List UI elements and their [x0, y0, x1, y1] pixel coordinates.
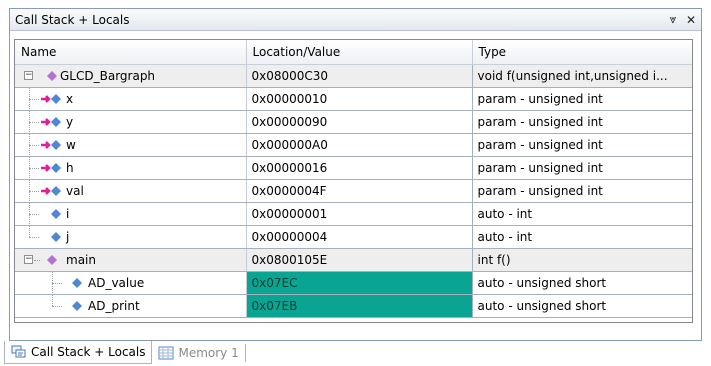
- location-cell[interactable]: 0x00000016: [246, 156, 473, 180]
- type-cell: param - unsigned int: [472, 179, 692, 203]
- collapse-toggle[interactable]: −: [24, 254, 33, 264]
- name-cell: AD_print: [15, 294, 247, 318]
- table-row[interactable]: − main 0x0800105E int f(): [15, 248, 692, 272]
- row-name: GLCD_Bargraph: [60, 68, 156, 83]
- tree-line: [29, 167, 39, 169]
- type-cell: param - unsigned int: [472, 133, 692, 157]
- collapse-toggle[interactable]: −: [24, 70, 33, 80]
- type-cell: auto - unsigned short: [472, 271, 692, 295]
- location-cell[interactable]: 0x08000C30: [246, 64, 473, 88]
- row-name: AD_print: [88, 298, 140, 313]
- table-row[interactable]: h 0x00000016 param - unsigned int: [15, 156, 692, 180]
- param-icon: [40, 185, 62, 197]
- location-cell[interactable]: 0x07EB: [246, 294, 473, 318]
- tree-line: [29, 236, 39, 238]
- type-cell: param - unsigned int: [472, 110, 692, 134]
- table-row[interactable]: y 0x00000090 param - unsigned int: [15, 110, 692, 134]
- name-cell: − main: [15, 248, 247, 272]
- row-name: main: [66, 252, 96, 267]
- tree-line: [29, 144, 39, 146]
- window-title: Call Stack + Locals: [15, 12, 130, 27]
- name-cell: j: [15, 225, 247, 249]
- memory-icon: [158, 346, 174, 359]
- row-name: w: [66, 137, 76, 152]
- function-icon: [38, 254, 60, 266]
- location-cell[interactable]: 0x00000001: [246, 202, 473, 226]
- table-row[interactable]: AD_print 0x07EB auto - unsigned short: [15, 294, 692, 318]
- table-row[interactable]: j 0x00000004 auto - int: [15, 225, 692, 249]
- type-cell: param - unsigned int: [472, 156, 692, 180]
- locals-table: Name Location/Value Type − GLCD_Bargraph: [15, 40, 692, 318]
- location-cell[interactable]: 0x00000004: [246, 225, 473, 249]
- row-name: val: [66, 183, 84, 198]
- pin-icon[interactable]: ⩔: [665, 12, 681, 28]
- type-cell: auto - int: [472, 225, 692, 249]
- name-cell: x: [15, 87, 247, 111]
- location-cell[interactable]: 0x00000090: [246, 110, 473, 134]
- location-cell[interactable]: 0x0000004F: [246, 179, 473, 203]
- row-name: y: [66, 114, 74, 129]
- variable-icon: [61, 300, 83, 312]
- type-cell: void f(unsigned int,unsigned i...: [472, 64, 692, 88]
- name-cell: y: [15, 110, 247, 134]
- type-cell: int f(): [472, 248, 692, 272]
- row-name: AD_value: [88, 275, 145, 290]
- column-header-type[interactable]: Type: [472, 40, 692, 65]
- locals-grid: Name Location/Value Type − GLCD_Bargraph: [14, 39, 693, 323]
- row-name: i: [66, 206, 70, 221]
- param-icon: [40, 116, 62, 128]
- call-stack-locals-window: Call Stack + Locals ⩔ ✕ Name Location/Va…: [9, 8, 702, 341]
- tab-memory-1[interactable]: Memory 1: [152, 341, 244, 364]
- close-icon[interactable]: ✕: [683, 12, 699, 28]
- type-cell: param - unsigned int: [472, 87, 692, 111]
- name-cell: i: [15, 202, 247, 226]
- tree-line: [29, 121, 39, 123]
- tab-separator: [244, 344, 246, 362]
- bottom-tab-strip: Call Stack + Locals Memory 1: [4, 340, 246, 364]
- column-header-name[interactable]: Name: [15, 40, 247, 65]
- name-cell: h: [15, 156, 247, 180]
- row-name: h: [66, 160, 74, 175]
- type-cell: auto - int: [472, 202, 692, 226]
- table-row[interactable]: i 0x00000001 auto - int: [15, 202, 692, 226]
- tab-call-stack-locals[interactable]: Call Stack + Locals: [4, 341, 153, 364]
- name-cell: w: [15, 133, 247, 157]
- column-header-location[interactable]: Location/Value: [246, 40, 473, 65]
- tree-line: [29, 213, 39, 215]
- tree-line: [52, 294, 53, 306]
- name-cell: val: [15, 179, 247, 203]
- name-cell: − GLCD_Bargraph: [15, 64, 247, 88]
- tree-line: [29, 98, 39, 100]
- location-cell[interactable]: 0x07EC: [246, 271, 473, 295]
- variable-icon: [40, 231, 62, 243]
- location-cell[interactable]: 0x000000A0: [246, 133, 473, 157]
- function-icon: [38, 70, 60, 82]
- variable-icon: [40, 208, 62, 220]
- tree-line: [29, 225, 30, 237]
- param-icon: [40, 162, 62, 174]
- window-titlebar: Call Stack + Locals ⩔ ✕: [10, 9, 701, 31]
- row-name: j: [66, 229, 70, 244]
- tab-label: Memory 1: [178, 345, 239, 360]
- call-stack-icon: [11, 345, 26, 358]
- table-row[interactable]: val 0x0000004F param - unsigned int: [15, 179, 692, 203]
- param-icon: [40, 139, 62, 151]
- table-row[interactable]: − GLCD_Bargraph 0x08000C30 void f(unsign…: [15, 64, 692, 88]
- table-row[interactable]: x 0x00000010 param - unsigned int: [15, 87, 692, 111]
- location-cell[interactable]: 0x0800105E: [246, 248, 473, 272]
- name-cell: AD_value: [15, 271, 247, 295]
- tree-line: [29, 190, 39, 192]
- tab-label: Call Stack + Locals: [31, 345, 146, 359]
- table-row[interactable]: AD_value 0x07EC auto - unsigned short: [15, 271, 692, 295]
- header-row: Name Location/Value Type: [15, 40, 692, 65]
- location-cell[interactable]: 0x00000010: [246, 87, 473, 111]
- type-cell: auto - unsigned short: [472, 294, 692, 318]
- table-row[interactable]: w 0x000000A0 param - unsigned int: [15, 133, 692, 157]
- variable-icon: [61, 277, 83, 289]
- param-icon: [40, 93, 62, 105]
- row-name: x: [66, 91, 74, 106]
